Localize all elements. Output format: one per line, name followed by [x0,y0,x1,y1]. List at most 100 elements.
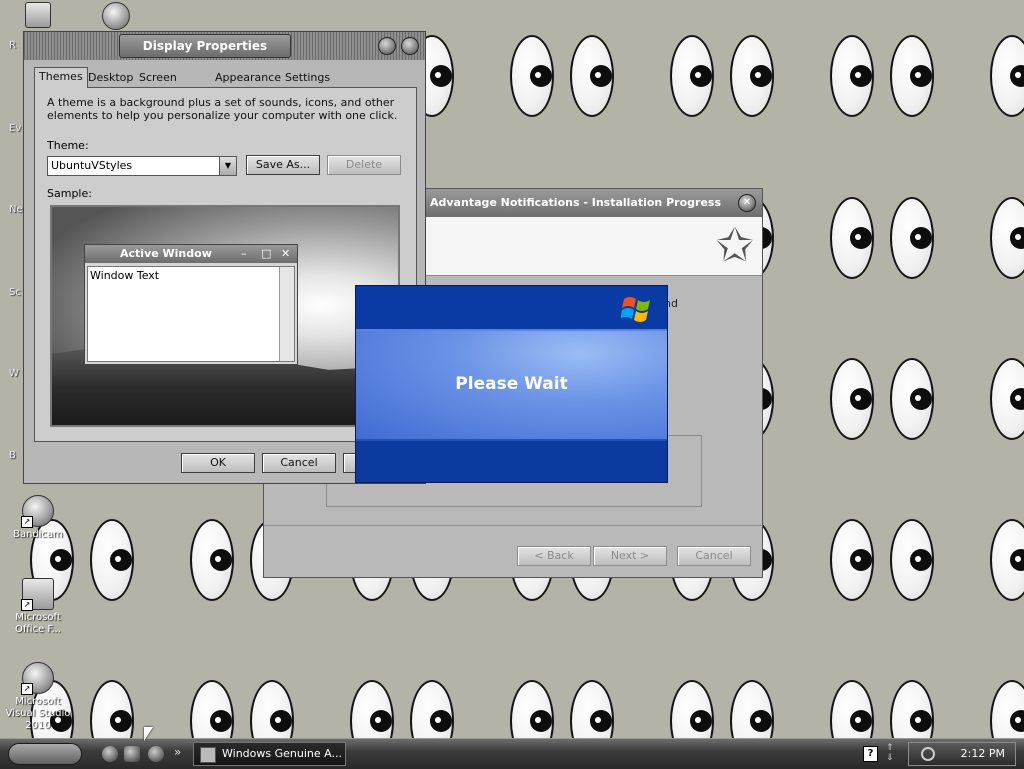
star-icon: ✩ [715,218,754,272]
shortcut-arrow-icon: ↗ [21,516,33,528]
clock[interactable]: 2:12 PM [961,743,1005,765]
wallpaper-eye [730,35,774,117]
wallpaper-pupil [690,710,712,732]
wallpaper-eye [990,519,1024,601]
wallpaper-pupil [850,65,872,87]
wallpaper-eye [990,197,1024,279]
wallpaper-pupil [750,65,772,87]
preview-active-window: Active Window – □ ✕ Window Text [84,244,298,365]
wallpaper-eye [830,358,874,440]
theme-preview: Active Window – □ ✕ Window Text [50,205,400,427]
installer-app-icon [200,747,216,763]
wallpaper-eye [890,197,934,279]
search-icon[interactable] [921,747,935,761]
wallpaper-pupil [210,710,232,732]
film-reel-icon: ↗ [21,495,54,528]
system-tray: 2:12 PM [908,742,1016,766]
wallpaper-pupil [530,710,552,732]
wallpaper-pupil [690,65,712,87]
edge-label: Ne [9,204,23,215]
volume-tray-icon[interactable]: ⇑ ⇓ [886,743,894,763]
desktop-icon-office[interactable]: ↗ Microsoft Office F... [0,578,76,636]
close-icon: ✕ [281,247,291,260]
tab-appearance[interactable]: Appearance [213,69,283,87]
quicklaunch-media-icon[interactable] [102,746,118,762]
wallpaper-pupil [1010,710,1024,732]
wallpaper-eye [990,358,1024,440]
wallpaper-eye [890,519,934,601]
wallpaper-pupil [850,710,872,732]
wallpaper-pupil [590,65,612,87]
wallpaper-pupil [750,710,772,732]
recycle-bin-icon [25,2,51,28]
display-properties-titlebar[interactable]: Display Properties [24,32,425,60]
ok-button[interactable]: OK [181,453,255,473]
desktop-icon-recycle[interactable] [0,2,76,30]
tab-desktop[interactable]: Desktop [86,69,135,87]
taskbar-item-windows-genuine[interactable]: Windows Genuine A... [193,742,346,766]
raccoon-icon [102,2,130,30]
delete-button[interactable]: Delete [327,155,401,175]
preview-window-text: Window Text [90,269,160,282]
wallpaper-pupil [430,65,452,87]
mouse-cursor [144,727,153,741]
wallpaper-pupil [910,549,932,571]
shortcut-arrow-icon: ↗ [21,599,33,611]
help-button[interactable] [378,37,396,55]
wallpaper-pupil [850,227,872,249]
save-as-button[interactable]: Save As... [246,155,320,175]
desktop-icon-visual-studio[interactable]: ↗ Microsoft Visual Studio 2010 [0,662,76,732]
windows-flag-icon [621,297,650,322]
edge-label: B [9,450,16,461]
installer-cancel-button[interactable]: Cancel [677,546,751,566]
cancel-button[interactable]: Cancel [262,453,336,473]
close-button[interactable] [401,37,419,55]
desktop-icon-label: Bandicam [13,529,63,540]
window-title: Display Properties [119,34,291,58]
wallpaper-pupil [850,388,872,410]
installer-close-button[interactable]: ✕ [738,194,756,212]
please-wait-dialog: Please Wait [355,285,668,483]
wallpaper-pupil [910,388,932,410]
desktop-icon-bandicam[interactable]: ↗ Bandicam [0,495,76,541]
chevron-down-icon[interactable]: ▼ [219,157,236,175]
wallpaper-pupil [210,549,232,571]
start-button[interactable] [8,743,82,765]
wallpaper-eye [510,35,554,117]
please-wait-header [356,286,667,331]
wallpaper-pupil [370,710,392,732]
tab-themes[interactable]: Themes [34,67,88,88]
please-wait-footer [356,439,667,482]
wallpaper-eye [890,358,934,440]
wallpaper-pupil [910,65,932,87]
wallpaper-pupil [530,65,552,87]
please-wait-message: Please Wait [455,374,568,394]
themes-description: A theme is a background plus a set of so… [47,96,398,122]
next-button[interactable]: Next > [593,546,667,566]
tab-screen-saver[interactable]: Screen Saver [137,69,179,102]
wallpaper-eye [830,35,874,117]
help-tray-icon[interactable]: ? [863,746,878,762]
wallpaper-eye [990,35,1024,117]
quicklaunch-browser-icon[interactable] [124,746,140,762]
tab-settings[interactable]: Settings [283,69,332,87]
taskbar-item-label: Windows Genuine A... [222,747,342,760]
infinity-icon: ↗ [21,662,54,695]
theme-select[interactable]: UbuntuVStyles ▼ [47,156,237,176]
desktop-icon-label: Microsoft Visual Studio 2010 [5,696,71,731]
wallpaper-eye [570,35,614,117]
theme-label: Theme: [47,139,89,152]
theme-select-value: UbuntuVStyles [51,159,133,172]
wallpaper-pupil [590,710,612,732]
edge-label: R [9,40,16,51]
wallpaper-pupil [50,549,72,571]
back-button[interactable]: < Back [517,546,591,566]
wallpaper-pupil [910,710,932,732]
quicklaunch-app-icon[interactable] [148,746,164,762]
wallpaper-pupil [270,710,292,732]
wallpaper-eye [670,35,714,117]
wallpaper-pupil [110,549,132,571]
quicklaunch-overflow-icon[interactable]: » [174,745,181,759]
desktop-icon-raccoon[interactable] [78,2,154,32]
close-icon: ✕ [742,197,752,208]
